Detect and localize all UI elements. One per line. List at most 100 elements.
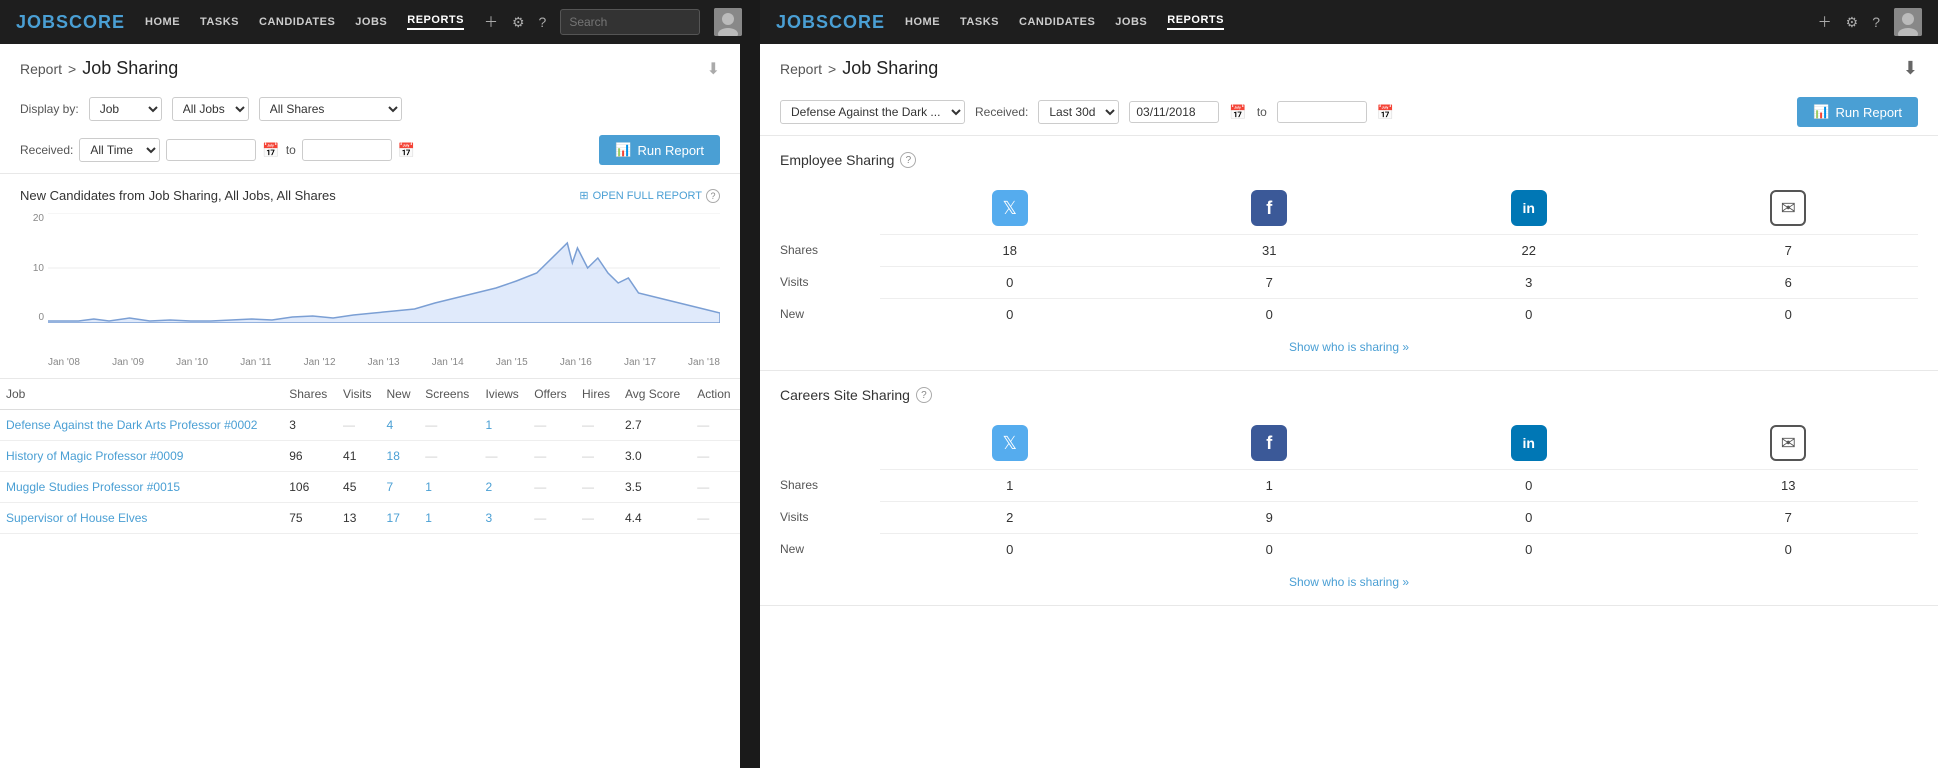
- received-row: Received: All Time Last 30d Last 7d Cust…: [20, 135, 720, 165]
- new-2[interactable]: 7: [381, 472, 420, 503]
- action-3: —: [691, 503, 740, 534]
- help-icon-right[interactable]: ?: [1872, 14, 1880, 30]
- email-header-car: ✉: [1659, 417, 1919, 469]
- fb-visits-emp: 7: [1140, 266, 1400, 298]
- question-icon-chart[interactable]: ?: [706, 189, 720, 203]
- breadcrumb-current-left: Job Sharing: [82, 58, 178, 79]
- run-report-btn-right[interactable]: 📊 Run Report: [1797, 97, 1918, 127]
- received-label: Received:: [20, 143, 73, 157]
- chart-header-left: New Candidates from Job Sharing, All Job…: [20, 188, 720, 203]
- facebook-header-emp: f: [1140, 182, 1400, 234]
- avg-score-2: 3.5: [619, 472, 691, 503]
- job-select-right[interactable]: Defense Against the Dark ... All Jobs: [780, 100, 965, 124]
- show-who-emp[interactable]: Show who is sharing »: [780, 330, 1918, 354]
- shares-1: 96: [283, 441, 337, 472]
- tw-shares-emp: 18: [880, 234, 1140, 266]
- linkedin-icon-car: in: [1511, 425, 1547, 461]
- calendar-from-right[interactable]: 📅: [1229, 104, 1246, 121]
- job-name-3[interactable]: Supervisor of House Elves: [0, 503, 283, 534]
- email-icon-emp: ✉: [1770, 190, 1806, 226]
- iviews-0[interactable]: 1: [479, 410, 528, 441]
- offers-0: —: [528, 410, 576, 441]
- date-from-left[interactable]: [166, 139, 256, 161]
- screens-3[interactable]: 1: [419, 503, 479, 534]
- new-1[interactable]: 18: [381, 441, 420, 472]
- received-select[interactable]: All Time Last 30d Last 7d Custom: [79, 138, 160, 162]
- received-select-right[interactable]: Last 30d All Time Last 7d Custom: [1038, 100, 1119, 124]
- date-to-left[interactable]: [302, 139, 392, 161]
- new-row-emp: New 0 0 0 0: [780, 298, 1918, 330]
- y-label-10: 10: [20, 263, 44, 274]
- x-label-6: Jan '14: [432, 357, 464, 368]
- careers-sharing-help-icon[interactable]: ?: [916, 387, 932, 403]
- col-hires: Hires: [576, 379, 619, 410]
- nav-jobs-right[interactable]: JOBS: [1115, 16, 1147, 28]
- show-who-car[interactable]: Show who is sharing »: [780, 565, 1918, 589]
- breadcrumb-parent-left[interactable]: Report: [20, 61, 62, 77]
- new-label-car: New: [780, 534, 880, 564]
- download-icon-right[interactable]: ⬇: [1903, 58, 1918, 79]
- breadcrumb-current-right: Job Sharing: [842, 58, 938, 79]
- chart-title-left: New Candidates from Job Sharing, All Job…: [20, 188, 336, 203]
- nav-home-left[interactable]: HOME: [145, 16, 180, 28]
- plus-icon-right[interactable]: ＋: [1818, 12, 1832, 32]
- nav-candidates-right[interactable]: CANDIDATES: [1019, 16, 1095, 28]
- nav-reports-left[interactable]: REPORTS: [407, 14, 464, 30]
- table-row: Muggle Studies Professor #0015 106 45 7 …: [0, 472, 740, 503]
- nav-candidates-left[interactable]: CANDIDATES: [259, 16, 335, 28]
- nav-tasks-left[interactable]: TASKS: [200, 16, 239, 28]
- new-0[interactable]: 4: [381, 410, 420, 441]
- open-full-link[interactable]: ⊞ OPEN FULL REPORT ?: [579, 189, 720, 203]
- download-icon-left[interactable]: ⬇: [707, 59, 720, 79]
- job-name-2[interactable]: Muggle Studies Professor #0015: [0, 472, 283, 503]
- avatar-left: [714, 8, 742, 36]
- employee-sharing-title: Employee Sharing ?: [780, 152, 1918, 168]
- employee-sharing-help-icon[interactable]: ?: [900, 152, 916, 168]
- em-visits-car: 7: [1659, 501, 1919, 533]
- nav-tasks-right[interactable]: TASKS: [960, 16, 999, 28]
- visits-2: 45: [337, 472, 380, 503]
- x-label-9: Jan '17: [624, 357, 656, 368]
- iviews-3[interactable]: 3: [479, 503, 528, 534]
- x-label-3: Jan '11: [240, 357, 271, 368]
- employee-sharing-section: Employee Sharing ? 𝕏 f in ✉ Shares 18 31…: [760, 136, 1938, 371]
- gear-icon-right[interactable]: ⚙: [1846, 14, 1859, 31]
- left-navbar-right: ＋ ⚙ ?: [484, 8, 742, 36]
- expand-icon: ⊞: [579, 189, 588, 202]
- nav-reports-right[interactable]: REPORTS: [1167, 14, 1224, 30]
- nav-jobs-left[interactable]: JOBS: [355, 16, 387, 28]
- screens-2[interactable]: 1: [419, 472, 479, 503]
- calendar-from-left[interactable]: 📅: [262, 142, 279, 159]
- iviews-2[interactable]: 2: [479, 472, 528, 503]
- calendar-to-right[interactable]: 📅: [1377, 104, 1394, 121]
- date-to-right[interactable]: [1277, 101, 1367, 123]
- x-label-1: Jan '09: [112, 357, 144, 368]
- toolbar-left: Display by: Job Source User All Jobs All…: [0, 89, 740, 174]
- x-label-10: Jan '18: [688, 357, 720, 368]
- careers-social-header: 𝕏 f in ✉: [780, 417, 1918, 469]
- jobs-select[interactable]: All Jobs: [172, 97, 249, 121]
- em-new-emp: 0: [1659, 298, 1919, 330]
- plus-icon-left[interactable]: ＋: [484, 12, 498, 32]
- shares-select[interactable]: All Shares Employee Shares Careers Site …: [259, 97, 402, 121]
- date-from-right[interactable]: [1129, 101, 1219, 123]
- search-input-left[interactable]: [560, 9, 700, 35]
- new-3[interactable]: 17: [381, 503, 420, 534]
- breadcrumb-parent-right[interactable]: Report: [780, 61, 822, 77]
- breadcrumb-right: Report > Job Sharing ⬇: [760, 44, 1938, 89]
- gear-icon-left[interactable]: ⚙: [512, 14, 525, 31]
- job-name-0[interactable]: Defense Against the Dark Arts Professor …: [0, 410, 283, 441]
- shares-3: 75: [283, 503, 337, 534]
- run-report-btn-left[interactable]: 📊 Run Report: [599, 135, 720, 165]
- facebook-icon-car: f: [1251, 425, 1287, 461]
- calendar-to-left[interactable]: 📅: [398, 142, 415, 159]
- nav-home-right[interactable]: HOME: [905, 16, 940, 28]
- run-report-icon-left: 📊: [615, 142, 631, 158]
- col-offers: Offers: [528, 379, 576, 410]
- display-by-select[interactable]: Job Source User: [89, 97, 162, 121]
- job-name-1[interactable]: History of Magic Professor #0009: [0, 441, 283, 472]
- avg-score-3: 4.4: [619, 503, 691, 534]
- iviews-1: —: [479, 441, 528, 472]
- help-icon-left[interactable]: ?: [539, 14, 547, 30]
- x-label-0: Jan '08: [48, 357, 80, 368]
